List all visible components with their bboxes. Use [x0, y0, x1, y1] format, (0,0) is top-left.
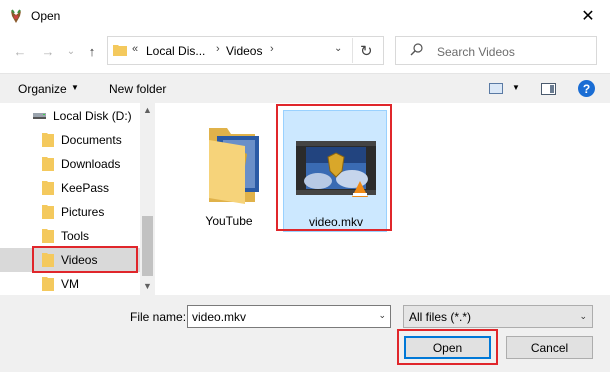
file-name-label: video.mkv	[308, 215, 364, 229]
file-type-value: All files (*.*)	[409, 310, 472, 324]
address-history-icon[interactable]: ⌄	[334, 43, 342, 54]
file-list[interactable]: YouTube video.mkv	[157, 103, 610, 295]
scrollbar-thumb[interactable]	[142, 216, 153, 276]
scroll-up-icon[interactable]: ▲	[143, 105, 152, 115]
file-item-video-mkv[interactable]: video.mkv	[283, 110, 387, 232]
folder-icon	[42, 157, 54, 171]
forward-button[interactable]: →	[38, 42, 58, 60]
sidebar-item-label: Local Disk (D:)	[53, 109, 132, 123]
cancel-button[interactable]: Cancel	[506, 336, 593, 359]
open-button[interactable]: Open	[404, 336, 491, 359]
folder-icon	[113, 45, 127, 56]
file-name-input[interactable]	[188, 306, 370, 327]
search-icon	[410, 43, 423, 56]
navigation-scrollbar[interactable]: ▲ ▼	[140, 103, 155, 295]
dropdown-arrow-icon[interactable]: ▼	[71, 83, 79, 92]
sidebar-item-label: Pictures	[61, 205, 105, 219]
breadcrumb-videos[interactable]: Videos	[226, 44, 262, 58]
recent-locations-button[interactable]: ⌄	[61, 42, 81, 60]
chevron-down-icon[interactable]: ⌄	[378, 310, 386, 321]
navigation-pane[interactable]: Local Disk (D:) Documents Downloads KeeP…	[0, 103, 155, 295]
search-placeholder: Search Videos	[437, 45, 515, 59]
address-bar[interactable]: « Local Dis... › Videos › ⌄ ↻	[107, 36, 384, 65]
sidebar-item-documents[interactable]: Documents	[0, 128, 140, 152]
folder-icon	[42, 181, 54, 195]
sidebar-item-tools[interactable]: Tools	[0, 224, 140, 248]
window-title: Open	[31, 9, 61, 23]
folder-icon	[42, 229, 54, 243]
back-button[interactable]: ←	[10, 42, 30, 60]
app-icon	[11, 9, 21, 23]
dialog-footer: File name: ⌄ All files (*.*) ⌄ Open Canc…	[0, 295, 610, 372]
close-icon: ✕	[581, 7, 595, 25]
sidebar-item-pictures[interactable]: Pictures	[0, 200, 140, 224]
folder-icon	[42, 253, 54, 267]
sidebar-item-label: Downloads	[61, 157, 121, 171]
file-name-label: YouTube	[205, 214, 253, 228]
organize-button[interactable]: Organize	[18, 82, 67, 96]
chevron-down-icon: ⌄	[579, 311, 587, 321]
scroll-down-icon[interactable]: ▼	[143, 281, 152, 291]
sidebar-item-label: KeePass	[61, 181, 110, 195]
arrow-right-icon: →	[41, 43, 55, 59]
file-name-label: File name:	[130, 310, 187, 324]
folder-icon	[42, 277, 54, 291]
search-input[interactable]: Search Videos	[395, 36, 597, 65]
folder-icon	[42, 205, 54, 219]
change-view-icon[interactable]	[489, 83, 503, 94]
sidebar-item-local-disk[interactable]: Local Disk (D:)	[0, 104, 140, 128]
up-button[interactable]: ↑	[82, 42, 102, 60]
chevron-down-icon: ⌄	[66, 45, 76, 57]
arrow-up-icon: ↑	[88, 43, 96, 59]
help-icon[interactable]: ?	[578, 80, 595, 97]
sidebar-item-keepass[interactable]: KeePass	[0, 176, 140, 200]
close-button[interactable]: ✕	[566, 0, 610, 31]
breadcrumb-local-disk[interactable]: Local Dis...	[146, 44, 205, 58]
sidebar-item-videos[interactable]: Videos	[0, 248, 140, 272]
sidebar-item-label: Tools	[61, 229, 90, 243]
file-name-field[interactable]: ⌄	[187, 305, 391, 328]
view-options-arrow-icon[interactable]: ▼	[512, 83, 520, 92]
file-type-select[interactable]: All files (*.*) ⌄	[403, 305, 593, 328]
sidebar-item-vm[interactable]: VM	[0, 272, 140, 295]
arrow-left-icon: ←	[13, 43, 27, 59]
sidebar-item-downloads[interactable]: Downloads	[0, 152, 140, 176]
breadcrumb-separator[interactable]: ›	[270, 43, 274, 55]
help-glyph: ?	[582, 81, 591, 96]
sidebar-item-label: Videos	[61, 253, 98, 267]
breadcrumb-separator[interactable]: ›	[216, 43, 220, 55]
sidebar-item-label: Documents	[61, 133, 122, 147]
overflow-chevron[interactable]: «	[132, 43, 138, 55]
new-folder-button[interactable]: New folder	[109, 82, 166, 96]
preview-pane-icon[interactable]	[541, 83, 556, 95]
file-item-youtube[interactable]: YouTube	[177, 110, 281, 232]
divider	[352, 38, 353, 63]
command-bar: Organize ▼ New folder ▼ ?	[0, 73, 610, 103]
folder-icon	[209, 128, 259, 204]
title-bar: Open ✕	[0, 0, 610, 32]
sidebar-item-label: VM	[61, 277, 79, 291]
open-file-dialog: Open ✕ ← → ⌄ ↑ « Local Dis... › Videos ›…	[0, 0, 610, 372]
refresh-icon[interactable]: ↻	[360, 42, 373, 60]
drive-icon	[33, 113, 46, 119]
folder-icon	[42, 133, 54, 147]
video-file-icon	[296, 141, 376, 197]
